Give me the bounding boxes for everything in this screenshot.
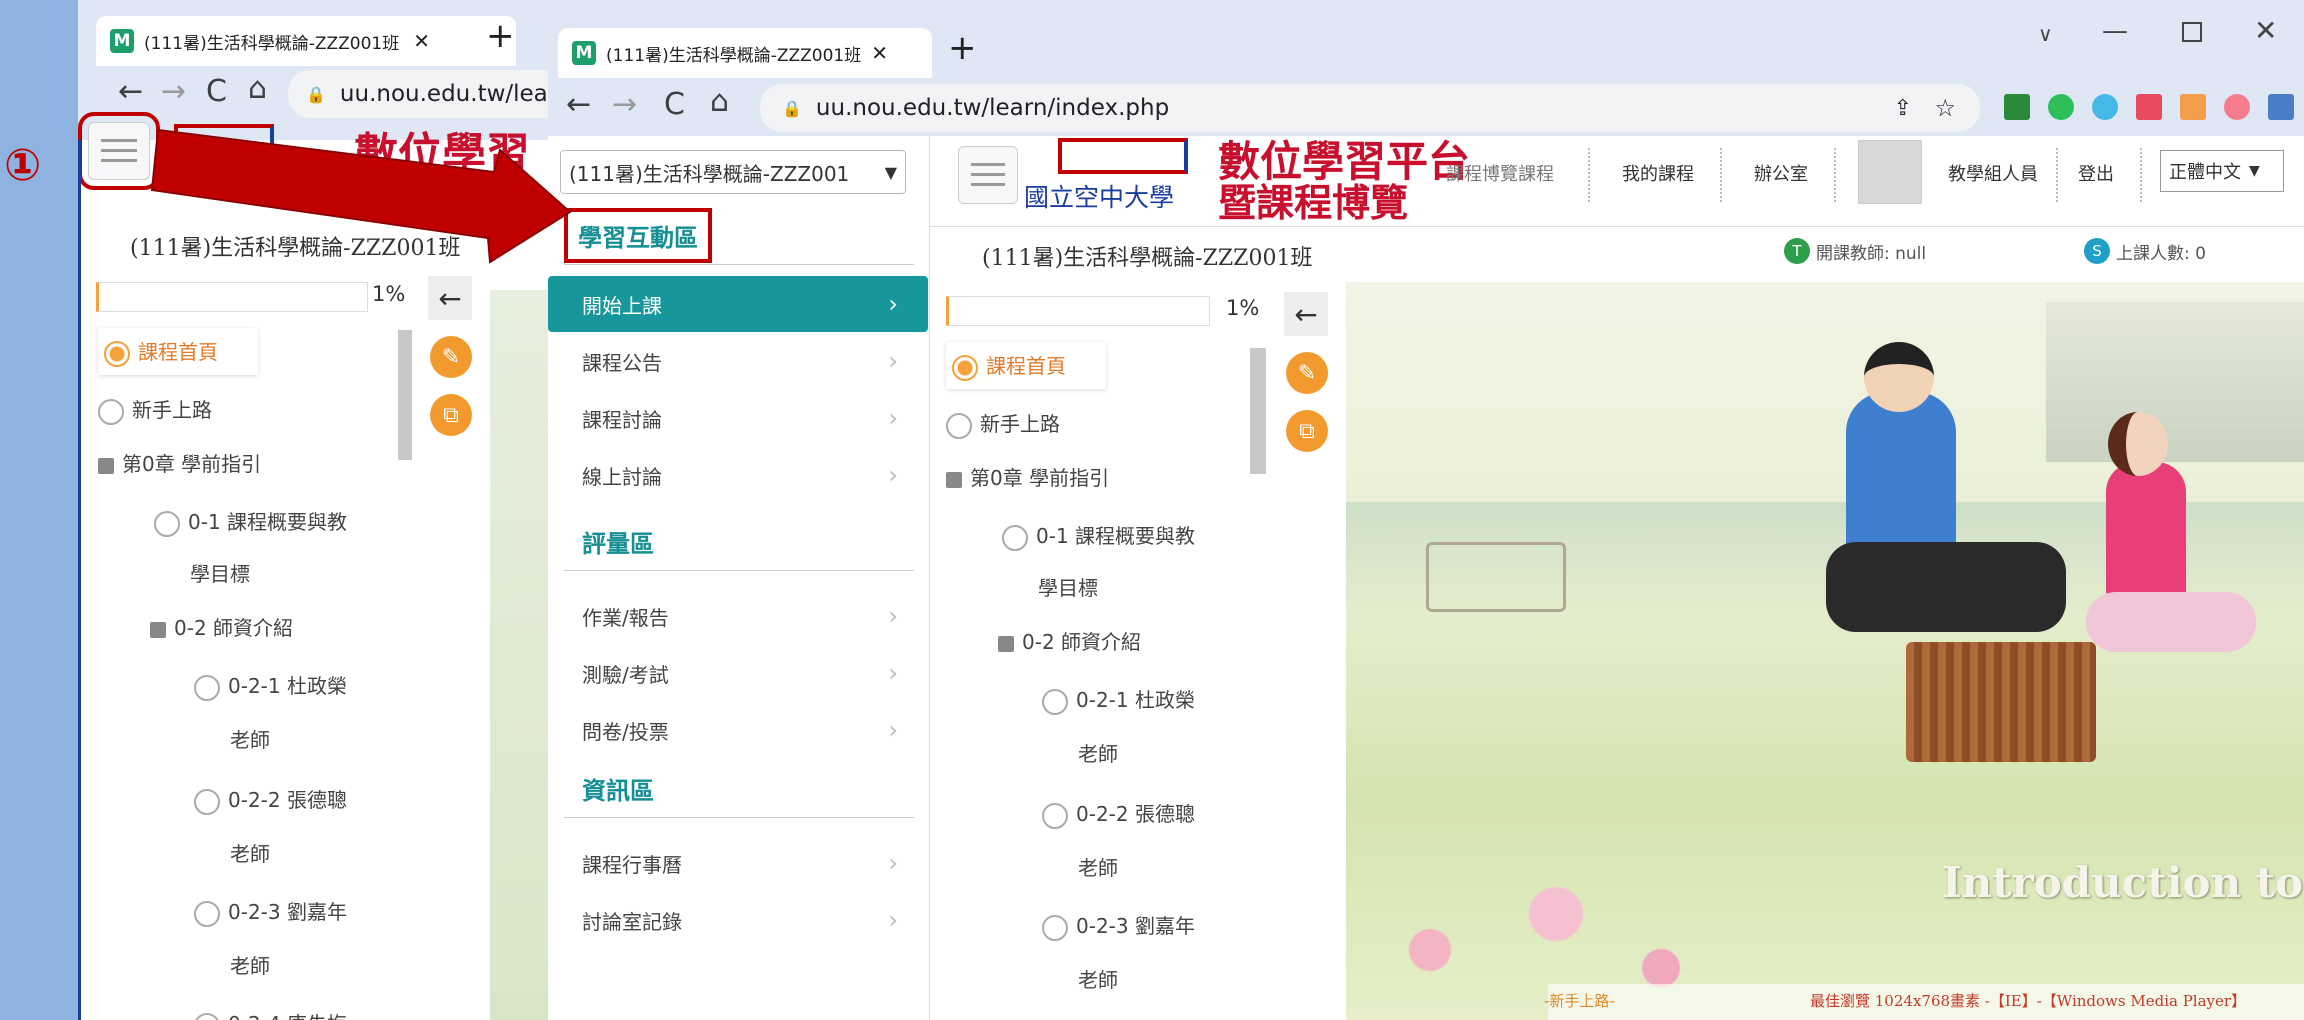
arrow-shape <box>150 128 572 264</box>
annotation-arrow <box>150 128 572 264</box>
